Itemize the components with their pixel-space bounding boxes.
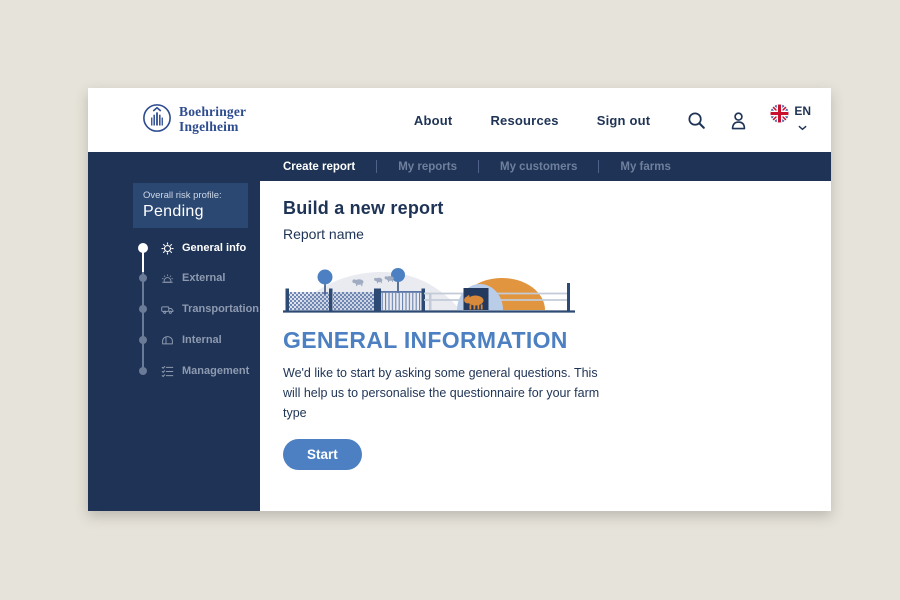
barn-icon xyxy=(160,333,175,348)
sidebar-item-label: External xyxy=(182,272,226,284)
report-name-label: Report name xyxy=(283,226,364,242)
sidebar-item-external[interactable]: External xyxy=(160,269,225,287)
farm-signal-icon xyxy=(160,271,175,286)
tab-my-farms[interactable]: My farms xyxy=(620,161,671,173)
risk-profile-label: Overall risk profile: xyxy=(143,190,222,201)
sidebar-item-management[interactable]: Management xyxy=(160,362,249,380)
farm-illustration xyxy=(283,268,575,313)
sidebar-item-label: Management xyxy=(182,365,250,377)
boehringer-logo-text: Boehringer Ingelheim xyxy=(179,104,247,134)
sidebar-item-label: Transportation xyxy=(182,303,260,315)
boehringer-logo-icon xyxy=(142,103,172,138)
sidebar-item-transportation[interactable]: Transportation xyxy=(160,300,259,318)
tab-my-reports[interactable]: My reports xyxy=(398,161,457,173)
step-dot-external xyxy=(139,274,147,282)
tab-my-customers[interactable]: My customers xyxy=(500,161,577,173)
step-dot-management xyxy=(139,367,147,375)
sidebar-item-general-info[interactable]: General info xyxy=(160,239,246,257)
checklist-icon xyxy=(160,364,175,379)
nav-link-signout[interactable]: Sign out xyxy=(597,113,651,128)
risk-profile-value: Pending xyxy=(143,203,204,220)
sidebar-item-internal[interactable]: Internal xyxy=(160,331,222,349)
step-dot-general xyxy=(138,243,148,253)
header-nav: About Resources Sign out xyxy=(414,113,650,128)
truck-icon xyxy=(160,302,175,317)
risk-profile-box: Overall risk profile: Pending xyxy=(133,183,248,228)
section-heading: GENERAL INFORMATION xyxy=(283,327,568,353)
page-title: Build a new report xyxy=(283,198,444,218)
gear-icon xyxy=(160,241,175,256)
nav-link-resources[interactable]: Resources xyxy=(490,113,558,128)
nav-link-about[interactable]: About xyxy=(414,113,453,128)
language-code: EN xyxy=(794,104,811,118)
nav-separator xyxy=(598,160,600,173)
nav-separator xyxy=(478,160,480,173)
sidebar-item-label: Internal xyxy=(182,334,222,346)
uk-flag-icon xyxy=(770,104,789,128)
step-dot-internal xyxy=(139,336,147,344)
section-description: We'd like to start by asking some genera… xyxy=(283,366,600,420)
sidebar: Overall risk profile: Pending General in… xyxy=(88,181,260,511)
start-button[interactable]: Start xyxy=(283,439,362,470)
search-icon[interactable] xyxy=(686,110,707,131)
language-selector[interactable]: EN xyxy=(770,104,811,136)
header: Boehringer Ingelheim About Resources Sig… xyxy=(88,88,831,152)
app-window: Boehringer Ingelheim About Resources Sig… xyxy=(88,88,831,511)
main-content: Build a new report Report name GENERAL I… xyxy=(260,181,831,511)
tab-create-report[interactable]: Create report xyxy=(283,161,355,173)
chevron-down-icon xyxy=(798,118,807,136)
boehringer-logo[interactable]: Boehringer Ingelheim xyxy=(142,103,246,138)
user-icon[interactable] xyxy=(728,110,749,131)
step-navigation: General info External Transportation Int… xyxy=(88,236,260,486)
sidebar-item-label: General info xyxy=(182,242,247,254)
section-navbar: Create report My reports My customers My… xyxy=(88,152,831,181)
step-dot-transportation xyxy=(139,305,147,313)
header-icons: EN xyxy=(686,104,811,136)
nav-separator xyxy=(376,160,378,173)
